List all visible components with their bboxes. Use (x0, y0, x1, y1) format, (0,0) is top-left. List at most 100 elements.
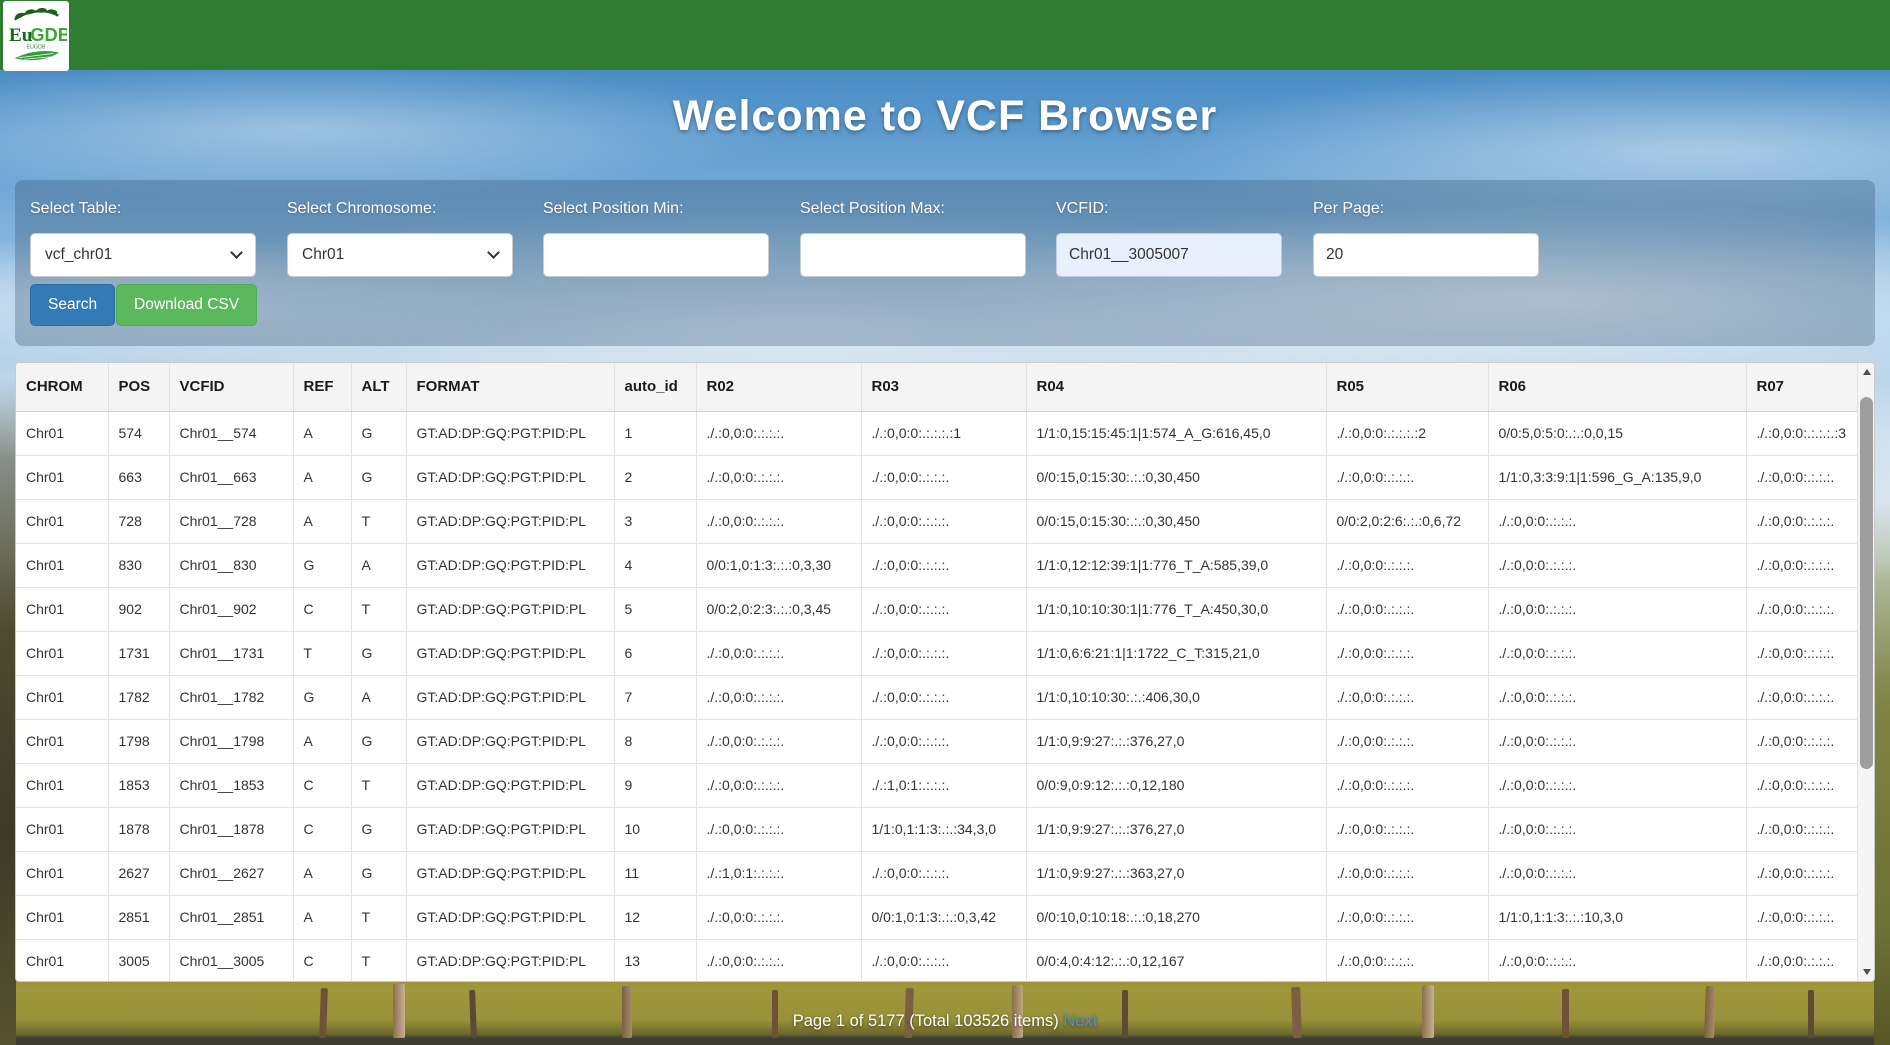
table-cell: Chr01__3005 (169, 939, 293, 982)
table-cell: ./.:0,0:0:.:.:.:. (696, 763, 861, 807)
table-cell: A (293, 455, 351, 499)
column-header-r05: R05 (1326, 363, 1488, 411)
table-cell: ./.:0,0:0:.:.:.:. (1326, 895, 1488, 939)
table-cell: Chr01__728 (169, 499, 293, 543)
table-cell: 0/0:2,0:2:3:.:.:0,3,45 (696, 587, 861, 631)
table-cell: ./.:0,0:0:.:.:.:. (861, 675, 1026, 719)
table-cell: Chr01 (16, 543, 108, 587)
table-cell: G (351, 631, 406, 675)
background-foliage-right (1874, 500, 1890, 1045)
table-cell: 0/0:15,0:15:30:.:.:0,30,450 (1026, 455, 1326, 499)
table-cell: C (293, 807, 351, 851)
table-cell: G (351, 719, 406, 763)
table-cell: 0/0:15,0:15:30:.:.:0,30,450 (1026, 499, 1326, 543)
table-cell: 902 (108, 587, 169, 631)
table-cell: T (351, 939, 406, 982)
per-page-input[interactable] (1313, 233, 1539, 277)
column-header-pos: POS (108, 363, 169, 411)
eugdb-logo[interactable]: Eu GDB · EUGDB · (3, 1, 69, 71)
table-cell: GT:AD:DP:GQ:PGT:PID:PL (406, 499, 614, 543)
chromosome-select[interactable]: Chr01 (287, 233, 513, 277)
table-cell: ./.:0,0:0:.:.:.:. (696, 807, 861, 851)
table-cell: 2627 (108, 851, 169, 895)
table-cell: 0/0:10,0:10:18:.:.:0,18,270 (1026, 895, 1326, 939)
table-row: Chr012627Chr01__2627AGGT:AD:DP:GQ:PGT:PI… (16, 851, 1859, 895)
table-cell: 728 (108, 499, 169, 543)
table-cell: GT:AD:DP:GQ:PGT:PID:PL (406, 807, 614, 851)
table-cell: ./.:0,0:0:.:.:.:. (1326, 719, 1488, 763)
table-cell: A (351, 675, 406, 719)
table-cell: Chr01 (16, 807, 108, 851)
table-row: Chr01574Chr01__574AGGT:AD:DP:GQ:PGT:PID:… (16, 411, 1859, 455)
table-cell: Chr01__1782 (169, 675, 293, 719)
table-cell: ./.:0,0:0:.:.:.:. (1746, 851, 1859, 895)
table-cell: Chr01__1798 (169, 719, 293, 763)
table-cell: ./.:0,0:0:.:.:.:.:3 (1746, 411, 1859, 455)
next-page-link[interactable]: Next (1063, 1012, 1097, 1030)
vertical-scrollbar[interactable] (1857, 363, 1874, 981)
table-cell: Chr01__574 (169, 411, 293, 455)
table-cell: ./.:0,0:0:.:.:.:. (1326, 543, 1488, 587)
table-cell: ./.:0,0:0:.:.:.:. (1488, 499, 1746, 543)
table-cell: G (351, 807, 406, 851)
table-cell: C (293, 587, 351, 631)
table-cell: 1878 (108, 807, 169, 851)
table-cell: ./.:0,0:0:.:.:.:. (696, 411, 861, 455)
table-cell: 8 (614, 719, 696, 763)
filter-panel: Select Table: vcf_chr01 Select Chromosom… (15, 180, 1875, 346)
page-info: Page 1 of 5177 (Total 103526 items) (793, 1012, 1059, 1030)
table-select-value: vcf_chr01 (45, 246, 112, 264)
select-chromosome-label: Select Chromosome: (287, 200, 436, 218)
column-header-vcfid: VCFID (169, 363, 293, 411)
table-cell: GT:AD:DP:GQ:PGT:PID:PL (406, 851, 614, 895)
table-cell: 1 (614, 411, 696, 455)
scrollbar-thumb[interactable] (1860, 397, 1873, 769)
table-cell: ./.:0,0:0:.:.:.:. (861, 499, 1026, 543)
table-select[interactable]: vcf_chr01 (30, 233, 256, 277)
position-min-input[interactable] (543, 233, 769, 277)
search-button[interactable]: Search (30, 284, 115, 326)
chevron-down-icon (230, 246, 243, 259)
table-cell: 0/0:2,0:2:6:.:.:0,6,72 (1326, 499, 1488, 543)
table-cell: ./.:0,0:0:.:.:.:. (1746, 675, 1859, 719)
table-cell: Chr01__830 (169, 543, 293, 587)
table-cell: 1/1:0,15:15:45:1|1:574_A_G:616,45,0 (1026, 411, 1326, 455)
table-cell: ./.:0,0:0:.:.:.:. (1746, 939, 1859, 982)
table-header-row: CHROMPOSVCFIDREFALTFORMATauto_idR02R03R0… (16, 363, 1859, 411)
vcfid-input[interactable] (1056, 233, 1282, 277)
table-cell: ./.:0,0:0:.:.:.:. (1746, 631, 1859, 675)
table-cell: 5 (614, 587, 696, 631)
table-cell: GT:AD:DP:GQ:PGT:PID:PL (406, 719, 614, 763)
table-cell: ./.:0,0:0:.:.:.:. (1746, 455, 1859, 499)
table-cell: Chr01__663 (169, 455, 293, 499)
table-cell: ./.:0,0:0:.:.:.:. (696, 719, 861, 763)
position-max-input[interactable] (800, 233, 1026, 277)
table-cell: ./.:0,0:0:.:.:.:. (1488, 763, 1746, 807)
vcfid-label: VCFID: (1056, 200, 1108, 218)
download-csv-button[interactable]: Download CSV (116, 284, 257, 326)
table-cell: GT:AD:DP:GQ:PGT:PID:PL (406, 587, 614, 631)
table-cell: Chr01__2627 (169, 851, 293, 895)
table-cell: 1/1:0,10:10:30:.:.:406,30,0 (1026, 675, 1326, 719)
results-table-container: CHROMPOSVCFIDREFALTFORMATauto_idR02R03R0… (15, 362, 1875, 982)
table-cell: 6 (614, 631, 696, 675)
column-header-ref: REF (293, 363, 351, 411)
table-cell: ./.:0,0:0:.:.:.:.:1 (861, 411, 1026, 455)
scrollbar-up-arrow[interactable] (1858, 363, 1875, 381)
table-cell: 2851 (108, 895, 169, 939)
table-cell: ./.:0,0:0:.:.:.:. (1326, 763, 1488, 807)
table-cell: 3 (614, 499, 696, 543)
svg-text:GDB: GDB (30, 24, 67, 45)
scrollbar-down-arrow[interactable] (1858, 963, 1875, 981)
column-header-r02: R02 (696, 363, 861, 411)
column-header-alt: ALT (351, 363, 406, 411)
table-cell: 4 (614, 543, 696, 587)
svg-text:Eu: Eu (9, 25, 33, 46)
table-cell: Chr01 (16, 719, 108, 763)
table-cell: G (293, 675, 351, 719)
table-cell: ./.:0,0:0:.:.:.:.:2 (1326, 411, 1488, 455)
table-cell: C (293, 763, 351, 807)
table-cell: ./.:0,0:0:.:.:.:. (1488, 719, 1746, 763)
table-cell: ./.:1,0:1:.:.:.:. (696, 851, 861, 895)
table-cell: Chr01 (16, 631, 108, 675)
